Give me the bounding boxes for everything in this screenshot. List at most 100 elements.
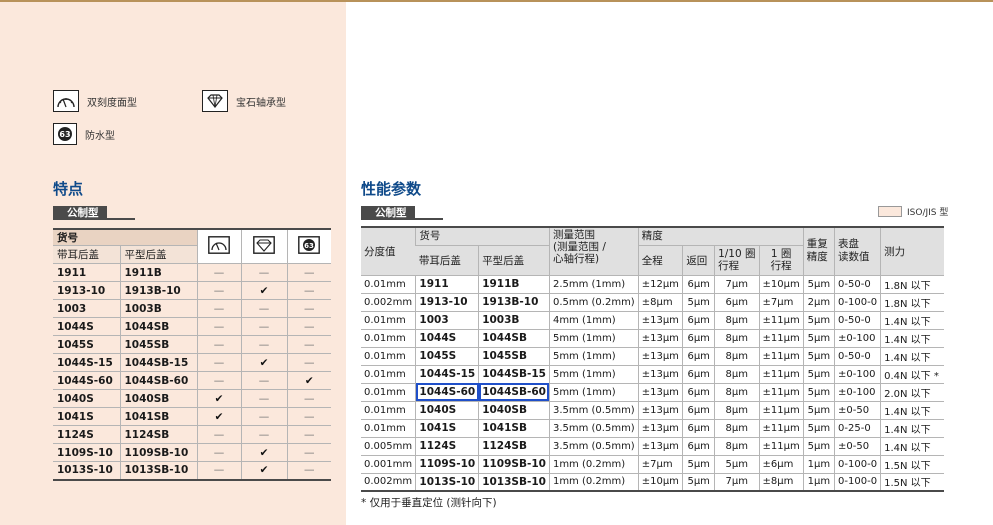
- flat-back-part: 1109SB-10: [478, 455, 550, 474]
- repeatability: 5μm: [802, 311, 835, 330]
- accuracy-total: ±13μm: [637, 329, 683, 348]
- accuracy-one: ±11μm: [758, 401, 804, 420]
- accuracy-retrace: 6μm: [682, 311, 715, 330]
- accuracy-tenth: 8μm: [714, 329, 759, 348]
- accuracy-one: ±11μm: [758, 329, 804, 348]
- perf-header-flat-back: 平型后盖: [478, 245, 550, 276]
- accuracy-retrace: 6μm: [682, 437, 715, 456]
- table-row: 1040S 1040SB ✔ — —: [53, 389, 331, 408]
- table-row: 0.01mm 1044S 1044SB 5mm (1mm) ±13μm 6μm 8μm ±11…: [361, 329, 944, 348]
- dual-dial-icon: [208, 236, 230, 254]
- waterproof-mark: —: [286, 389, 331, 408]
- dial-reading: ±0-50: [834, 401, 881, 420]
- iso-jis-swatch: [878, 206, 902, 217]
- range: 5mm (1mm): [548, 347, 639, 366]
- waterproof-mark: —: [286, 281, 331, 300]
- features-table-body: 1911 1911B — — —1913-10 1913B-10— ✔ —1003 1003B —…: [53, 263, 331, 481]
- flat-back-part: 1013SB-10: [478, 473, 550, 492]
- range: 3.5mm (0.5mm): [548, 437, 639, 456]
- accuracy-one: ±7μm: [758, 293, 804, 312]
- lug-back-part: 1045S: [53, 335, 120, 354]
- measuring-force: 0.4N 以下 *: [880, 365, 944, 384]
- diamond-icon: [202, 90, 228, 112]
- accuracy-total: ±10μm: [637, 473, 683, 492]
- range: 1mm (0.2mm): [548, 455, 639, 474]
- accuracy-total: ±13μm: [637, 347, 683, 366]
- dial-reading: ±0-100: [834, 383, 881, 402]
- jewel-mark: —: [240, 317, 287, 336]
- features-tag: 公制型: [53, 206, 135, 220]
- lug-back-part: 1911: [53, 263, 120, 282]
- accuracy-total: ±13μm: [637, 311, 683, 330]
- table-row: 1913-10 1913B-10— ✔ —: [53, 281, 331, 300]
- perf-header-one: 1 圈 行程: [758, 245, 804, 276]
- repeatability: 1μm: [802, 473, 835, 492]
- legend-dual-dial-label: 双刻度面型: [87, 97, 137, 109]
- flat-back-part: 1044SB-60: [478, 383, 550, 402]
- flat-back-part: 1013SB-10: [119, 461, 197, 481]
- lug-back-part: 1044S-60: [53, 371, 120, 390]
- accuracy-retrace: 6μm: [682, 383, 715, 402]
- waterproof-mark: ✔: [286, 371, 331, 390]
- lug-back-part: 1040S: [415, 401, 479, 420]
- jewel-mark: —: [240, 407, 287, 426]
- flat-back-part: 1045SB: [119, 335, 197, 354]
- flat-back-part: 1044SB: [478, 329, 550, 348]
- waterproof-mark: —: [286, 461, 331, 481]
- features-header-flat-back: 平型后盖: [119, 245, 197, 264]
- accuracy-total: ±13μm: [637, 383, 683, 402]
- range: 5mm (1mm): [548, 329, 639, 348]
- perf-header-range: 测量范围 (测量范围 / 心轴行程): [548, 227, 639, 276]
- dial-reading: ±0-100: [834, 329, 881, 348]
- table-row: 1013S-10 1013SB-10— ✔ —: [53, 461, 331, 481]
- table-row: 0.01mm 1044S-15 1044SB-15 5mm (1mm) ±13μm 6μm…: [361, 365, 944, 384]
- repeatability: 5μm: [802, 329, 835, 348]
- performance-tag-label: 公制型: [361, 206, 415, 220]
- table-row: 0.01mm 1040S 1040SB 3.5mm (0.5mm) ±13μm 6μm 8μ…: [361, 401, 944, 420]
- dial-reading: 0-100-0: [834, 455, 881, 474]
- waterproof-mark: —: [286, 425, 331, 444]
- range: 2.5mm (1mm): [548, 275, 639, 294]
- jewel-mark: —: [240, 371, 287, 390]
- accuracy-total: ±7μm: [637, 455, 683, 474]
- table-row: 0.01mm 1044S-60 1044SB-60 5mm (1mm) ±13μm 6μm…: [361, 383, 944, 402]
- perf-header-lug-back: 带耳后盖: [415, 245, 479, 276]
- table-row: 1045S 1045SB — — —: [53, 335, 331, 354]
- features-header-part-no: 货号: [53, 229, 197, 246]
- table-row: 1041S 1041SB ✔ — —: [53, 407, 331, 426]
- accuracy-tenth: 8μm: [714, 437, 759, 456]
- measuring-force: 1.5N 以下: [880, 455, 944, 474]
- accuracy-total: ±8μm: [637, 293, 683, 312]
- flat-back-part: 1003B: [119, 299, 197, 318]
- iso-jis-label: ISO/JIS 型: [907, 208, 949, 218]
- range: 5mm (1mm): [548, 383, 639, 402]
- table-row: 1044S 1044SB — — —: [53, 317, 331, 336]
- table-row: 0.005mm 1124S 1124SB 3.5mm (0.5mm) ±13μm 6μm 8…: [361, 437, 944, 456]
- graduation: 0.002mm: [361, 293, 416, 312]
- graduation: 0.01mm: [361, 347, 416, 366]
- dual-dial-icon: [53, 90, 79, 112]
- lug-back-part: 1041S: [53, 407, 120, 426]
- accuracy-one: ±11μm: [758, 311, 804, 330]
- features-tag-label: 公制型: [53, 206, 107, 220]
- accuracy-total: ±13μm: [637, 401, 683, 420]
- flat-back-part: 1044SB: [119, 317, 197, 336]
- features-header-dual-dial: [196, 229, 241, 264]
- waterproof-icon: 63: [298, 236, 321, 254]
- repeatability: 1μm: [802, 455, 835, 474]
- table-row: 0.001mm 1109S-10 1109SB-10 1mm (0.2mm) ±7μm 5…: [361, 455, 944, 474]
- perf-header-repeat: 重复 精度: [802, 227, 835, 276]
- measuring-force: 1.4N 以下: [880, 419, 944, 438]
- accuracy-total: ±13μm: [637, 419, 683, 438]
- graduation: 0.002mm: [361, 473, 416, 492]
- dial-reading: 0-50-0: [834, 347, 881, 366]
- waterproof-icon: 63: [53, 123, 77, 145]
- dual-dial-mark: —: [196, 461, 241, 481]
- table-row: 0.002mm 1913-10 1913B-10 0.5mm (0.2mm) ±8μm 5…: [361, 293, 944, 312]
- flat-back-part: 1041SB: [478, 419, 550, 438]
- accuracy-total: ±12μm: [637, 275, 683, 294]
- dial-reading: 0-100-0: [834, 473, 881, 492]
- accuracy-retrace: 5μm: [682, 293, 715, 312]
- accuracy-retrace: 6μm: [682, 401, 715, 420]
- lug-back-part: 1040S: [53, 389, 120, 408]
